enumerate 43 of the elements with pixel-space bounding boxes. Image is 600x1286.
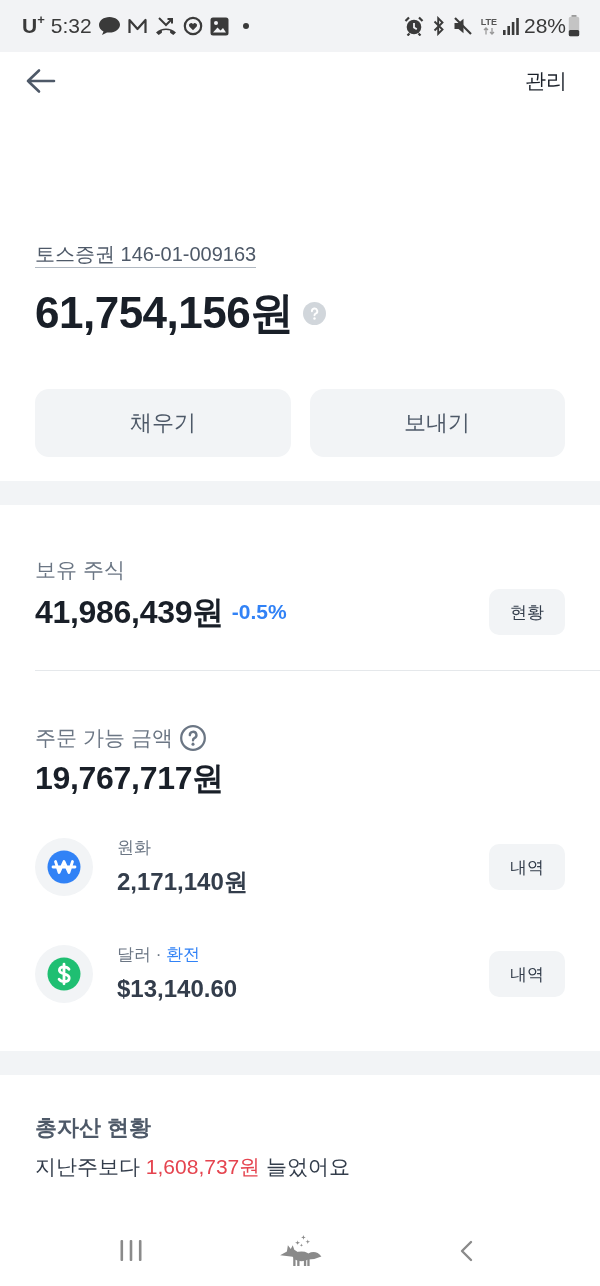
recent-apps-icon[interactable] <box>120 1240 142 1261</box>
network-type-label: LTE <box>480 17 497 27</box>
section-title: 보유 주식 <box>35 557 125 583</box>
m-logo-icon <box>127 18 147 34</box>
currency-label: 달러 · <box>117 944 162 966</box>
section-title: 주문 가능 금액 <box>35 725 173 751</box>
help-icon[interactable] <box>179 725 206 751</box>
carrier-label: U$^{+}$ <box>22 14 45 38</box>
battery-percent: 28% <box>523 14 566 38</box>
bluetooth-icon <box>432 16 445 36</box>
stock-value-amount: 41,986,439원 <box>35 593 224 631</box>
signal-icon <box>502 17 519 35</box>
exchange-link[interactable]: 환전 <box>166 944 201 966</box>
manage-button[interactable]: 관리 <box>525 68 567 94</box>
alarm-clock-icon <box>403 16 424 36</box>
image-icon <box>209 16 229 36</box>
balance-amount: 61,754,156원 <box>35 287 294 339</box>
data-arrows-icon <box>481 26 496 35</box>
speech-bubble-icon <box>97 16 121 36</box>
overview-button[interactable]: 현황 <box>489 589 565 635</box>
currency-label: 원화 <box>117 837 151 859</box>
send-button[interactable]: 보내기 <box>309 389 565 457</box>
history-button[interactable]: 내역 <box>489 951 565 997</box>
won-coin-icon <box>35 838 93 896</box>
currency-amount: $13,140.60 <box>117 974 238 1004</box>
orderable-amount: 19,767,717원 <box>35 759 224 797</box>
section-title: 총자산 현황 <box>35 1114 152 1142</box>
back-chevron-icon[interactable] <box>459 1239 473 1262</box>
battery-icon <box>568 15 580 37</box>
clock-time: 5:32 <box>50 14 92 38</box>
missed-call-icon <box>154 16 177 36</box>
back-arrow-icon[interactable] <box>26 68 56 94</box>
mute-icon <box>452 16 473 36</box>
notification-dot-icon <box>242 23 249 29</box>
deposit-button[interactable]: 채우기 <box>35 389 291 457</box>
dollar-coin-icon <box>35 945 93 1003</box>
weekly-change-text: 지난주보다 1,608,737원 늘었어요 <box>35 1154 351 1180</box>
fox-sparkles-icon[interactable] <box>279 1234 322 1267</box>
account-link[interactable]: 토스증권 146-01-009163 <box>35 242 257 268</box>
heart-circle-icon <box>182 16 203 36</box>
history-button[interactable]: 내역 <box>489 844 565 890</box>
currency-amount: 2,171,140원 <box>117 867 248 897</box>
change-percent: -0.5% <box>231 599 287 625</box>
